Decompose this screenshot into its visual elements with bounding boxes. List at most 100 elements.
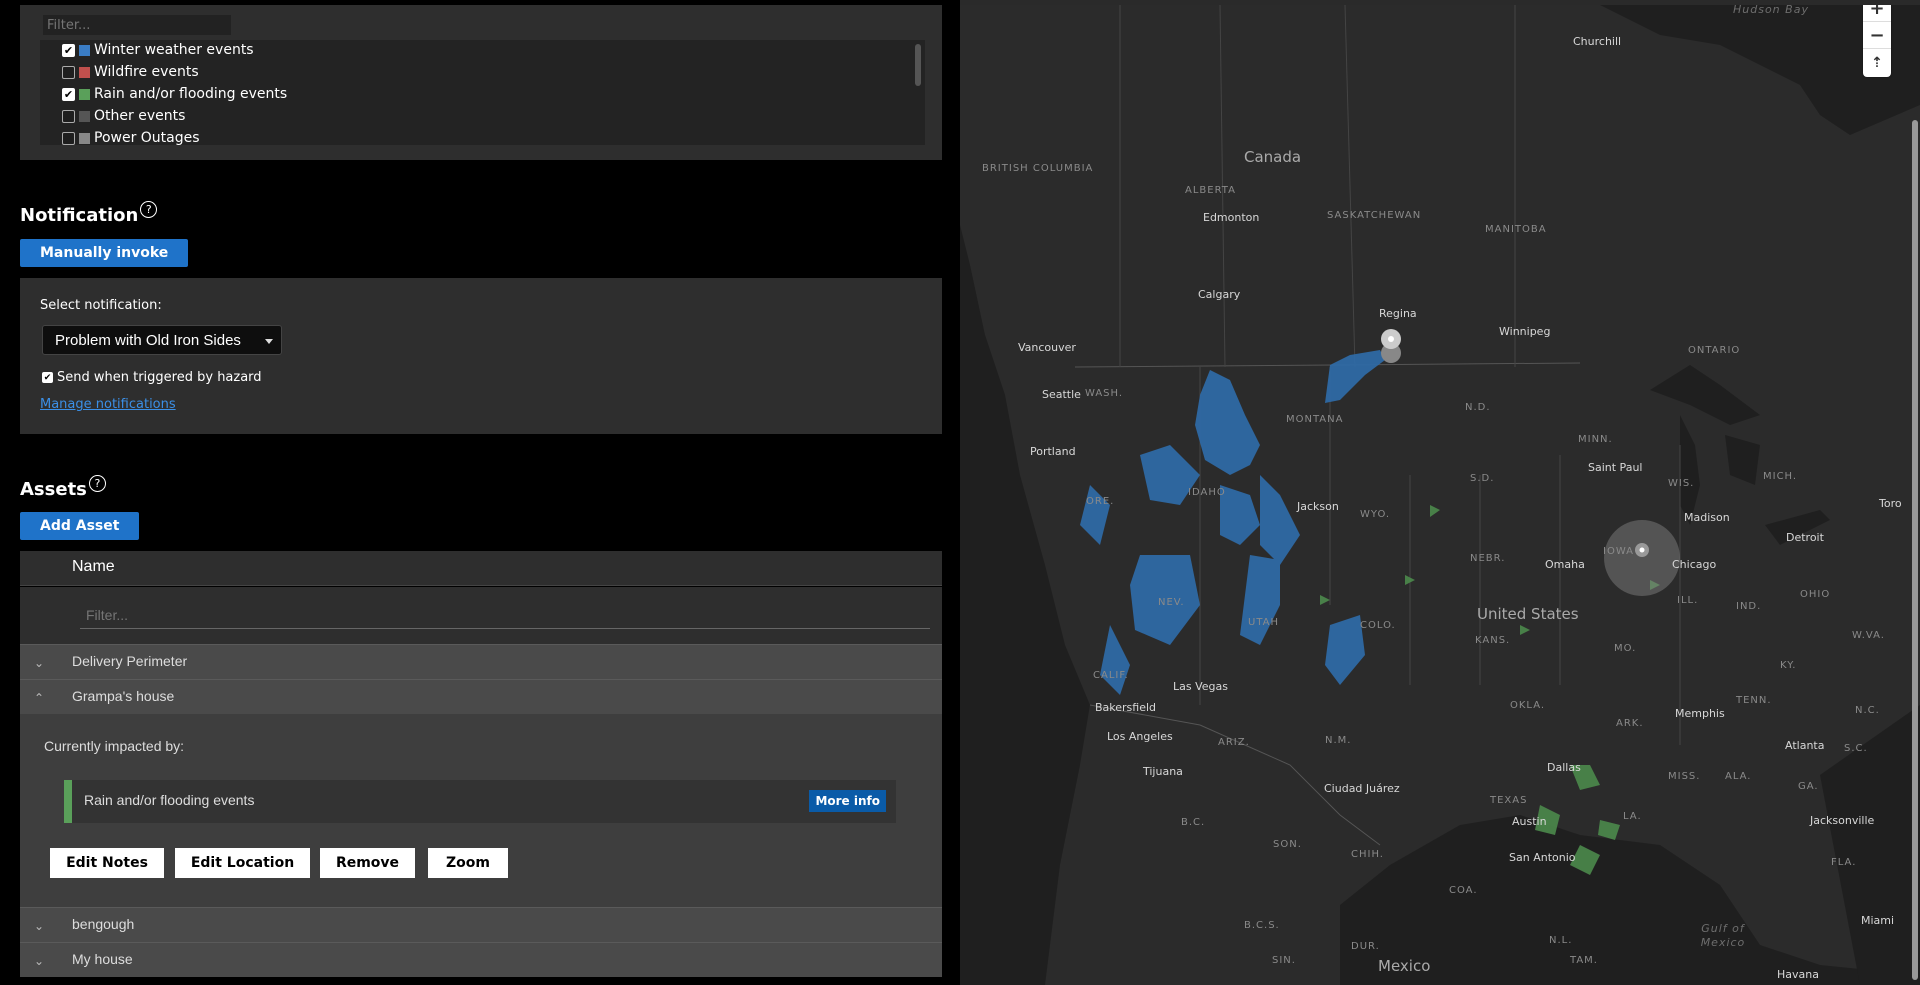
table-header: Name: [20, 551, 942, 586]
column-header-name[interactable]: Name: [72, 558, 115, 576]
color-swatch: [79, 44, 90, 56]
chevron-down-icon[interactable]: ⌄: [30, 917, 48, 935]
impact-card: Rain and/or flooding events More info: [64, 780, 896, 823]
table-row[interactable]: ⌄ My house: [20, 942, 942, 977]
checkbox-icon[interactable]: ✔: [62, 87, 75, 101]
edit-location-button[interactable]: Edit Location: [175, 848, 310, 878]
map-label: MONTANA: [1286, 414, 1344, 425]
help-icon[interactable]: ?: [140, 201, 158, 218]
map-label: CALIF.: [1093, 670, 1129, 681]
help-icon[interactable]: ?: [88, 475, 106, 492]
assets-title: Assets: [20, 479, 87, 500]
checkbox-icon[interactable]: ✔: [62, 43, 75, 57]
map-label: BRITISH COLUMBIA: [982, 163, 1094, 174]
map-label: Regina: [1379, 307, 1417, 320]
map-label: MINN.: [1578, 434, 1613, 445]
map-label: MISS.: [1668, 771, 1701, 782]
map-label: KY.: [1780, 660, 1797, 671]
zoom-in-button[interactable]: +: [1863, 5, 1891, 22]
map-label: Mexico: [1378, 957, 1431, 975]
map-label: SASKATCHEWAN: [1327, 210, 1422, 221]
map-label: MICH.: [1763, 471, 1798, 482]
pacific-ocean: [960, 5, 1090, 985]
map-label: IDAHO: [1188, 487, 1226, 498]
asset-name: Delivery Perimeter: [72, 653, 188, 669]
send-when-triggered-row[interactable]: ✔ Send when triggered by hazard: [42, 370, 262, 385]
remove-button[interactable]: Remove: [320, 848, 415, 878]
event-label: Winter weather events: [94, 42, 254, 58]
map-label: SON.: [1273, 839, 1302, 850]
event-type-list[interactable]: ✔ Winter weather events Wildfire events …: [40, 40, 925, 145]
map-label: B.C.: [1181, 817, 1206, 828]
list-scrollbar[interactable]: [915, 44, 921, 86]
map-label: NEBR.: [1470, 553, 1506, 564]
map-canvas: [960, 5, 1920, 985]
winter-weather-overlay: [1080, 350, 1385, 695]
map-label: Detroit: [1786, 531, 1824, 544]
color-swatch: [79, 88, 90, 100]
checkbox-icon[interactable]: [62, 65, 75, 79]
map-label: Dallas: [1547, 761, 1581, 774]
event-label: Power Outages: [94, 130, 200, 145]
map-label: TENN.: [1736, 695, 1772, 706]
checkbox-icon[interactable]: [62, 131, 75, 145]
compass-icon[interactable]: ⇡: [1863, 49, 1891, 76]
map-label: OKLA.: [1510, 700, 1546, 711]
map-label: GA.: [1798, 781, 1819, 792]
event-item-wildfire[interactable]: Wildfire events: [62, 61, 199, 83]
chevron-up-icon[interactable]: ⌃: [30, 689, 48, 707]
map-label: IOWA: [1603, 546, 1635, 557]
map-label: Hudson Bay: [1733, 5, 1809, 16]
map-label: Havana: [1777, 968, 1819, 981]
manually-invoke-button[interactable]: Manually invoke: [20, 239, 189, 267]
chevron-down-icon[interactable]: ⌄: [30, 654, 48, 672]
map-label: Gulf of Mexico: [1700, 922, 1746, 949]
map-label: TEXAS: [1490, 795, 1528, 806]
color-swatch: [79, 110, 90, 122]
event-item-other[interactable]: Other events: [62, 105, 185, 127]
map-label: N.M.: [1325, 735, 1352, 746]
table-row[interactable]: ⌃ Grampa's house: [20, 679, 942, 714]
map-label: SIN.: [1272, 955, 1296, 966]
map-label: OHIO: [1800, 589, 1831, 600]
chevron-down-icon[interactable]: ⌄: [30, 952, 48, 970]
asset-filter-input[interactable]: [80, 601, 930, 629]
table-row[interactable]: ⌄ Delivery Perimeter: [20, 644, 942, 679]
map-label: NEV.: [1158, 597, 1185, 608]
checkbox-icon[interactable]: [62, 109, 75, 123]
manage-notifications-link[interactable]: Manage notifications: [40, 397, 176, 412]
map-label: W.VA.: [1852, 630, 1885, 641]
color-swatch: [79, 66, 90, 78]
map-label: Winnipeg: [1499, 325, 1551, 338]
map-label: WYO.: [1360, 509, 1391, 520]
event-item-winter[interactable]: ✔ Winter weather events: [62, 40, 254, 61]
event-label: Rain and/or flooding events: [94, 86, 288, 102]
edit-notes-button[interactable]: Edit Notes: [50, 848, 164, 878]
zoom-button[interactable]: Zoom: [428, 848, 508, 878]
map-label: CHIH.: [1351, 849, 1384, 860]
map-label: Miami: [1861, 914, 1895, 927]
map-label: MO.: [1614, 643, 1637, 654]
map-label: TAM.: [1570, 955, 1598, 966]
page-scrollbar[interactable]: [1912, 120, 1918, 980]
color-swatch: [79, 132, 90, 144]
map-label: Jacksonville: [1810, 814, 1875, 827]
map-label: ARIZ.: [1218, 737, 1250, 748]
event-filter-input[interactable]: [42, 14, 232, 36]
event-item-rain[interactable]: ✔ Rain and/or flooding events: [62, 83, 287, 105]
more-info-button[interactable]: More info: [809, 790, 886, 812]
map-label: Calgary: [1198, 288, 1241, 301]
map-label: Memphis: [1675, 707, 1725, 720]
map-label: LA.: [1623, 811, 1642, 822]
map-label: Edmonton: [1203, 211, 1260, 224]
notification-select[interactable]: Problem with Old Iron Sides: [42, 325, 282, 355]
atlantic: [1820, 705, 1920, 985]
zoom-out-button[interactable]: −: [1863, 22, 1891, 49]
selected-notification: Problem with Old Iron Sides: [55, 331, 241, 349]
add-asset-button[interactable]: Add Asset: [20, 512, 140, 540]
table-row[interactable]: ⌄ bengough: [20, 907, 942, 942]
map-view[interactable]: Hudson Bay Churchill Canada BRITISH COLU…: [960, 5, 1920, 985]
select-notification-label: Select notification:: [40, 298, 162, 313]
event-item-power[interactable]: Power Outages: [62, 127, 200, 145]
checkbox-icon[interactable]: ✔: [42, 372, 53, 383]
